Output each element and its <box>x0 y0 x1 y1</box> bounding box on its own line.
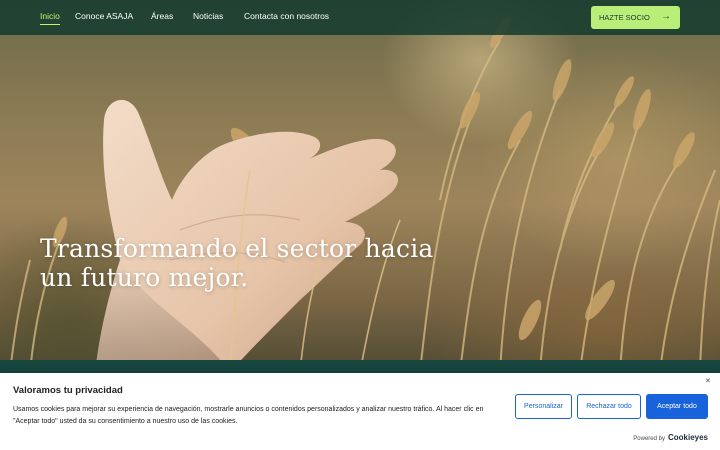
wheat-field-image <box>9 16 720 372</box>
customize-cookies-button[interactable]: Personalizar <box>515 394 572 419</box>
powered-by-cookieyes[interactable]: Powered by Cookieyes <box>633 433 708 442</box>
nav-link-inicio[interactable]: Inicio <box>40 11 60 21</box>
reject-all-button[interactable]: Rechazar todo <box>577 394 641 419</box>
cookieyes-logo: Cookieyes <box>667 433 708 442</box>
nav-link-areas[interactable]: Áreas <box>151 11 173 21</box>
section-divider-band <box>0 360 720 374</box>
accept-all-button[interactable]: Aceptar todo <box>646 394 708 419</box>
cookie-banner-title: Valoramos tu privacidad <box>13 385 123 396</box>
nav-link-conoce-asaja[interactable]: Conoce ASAJA <box>75 11 133 21</box>
hazte-socio-label: HAZTE SOCIO <box>599 13 650 22</box>
close-icon[interactable]: ✕ <box>705 377 711 385</box>
cookie-consent-banner: Valoramos tu privacidad Usamos cookies p… <box>0 373 720 450</box>
active-link-underline <box>40 24 60 25</box>
hazte-socio-button[interactable]: HAZTE SOCIO → <box>591 6 680 29</box>
top-navigation: Inicio Conoce ASAJA Áreas Noticias Conta… <box>0 0 720 35</box>
cookie-banner-text: Usamos cookies para mejorar su experienc… <box>13 406 484 425</box>
nav-link-noticias[interactable]: Noticias <box>193 11 223 21</box>
nav-link-contacta[interactable]: Contacta con nosotros <box>244 11 329 21</box>
hero-headline: Transformando el sector hacia un futuro … <box>40 234 434 292</box>
arrow-right-icon: → <box>661 11 671 22</box>
hero-section: Transformando el sector hacia un futuro … <box>0 0 720 372</box>
powered-by-label: Powered by <box>633 436 665 442</box>
